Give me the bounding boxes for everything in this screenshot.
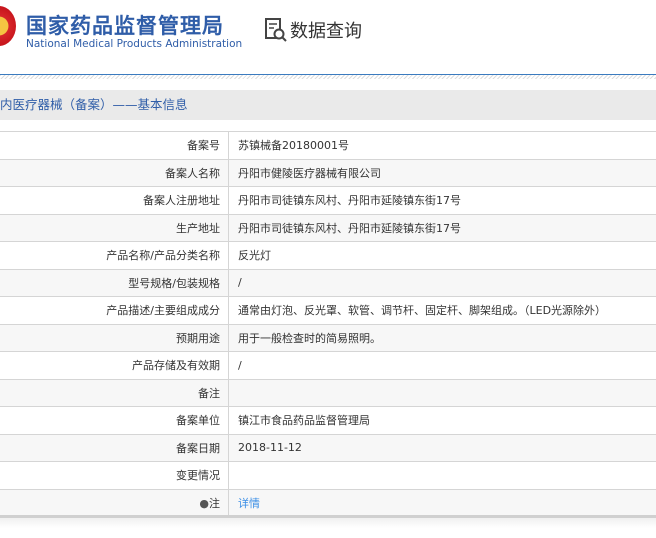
row-value: 通常由灯泡、反光罩、软管、调节杆、固定杆、脚架组成。（LED光源除外） (228, 296, 656, 324)
national-emblem-logo (0, 6, 16, 46)
detail-table: 备案号 苏镇械备20180001号 备案人名称 丹阳市健陵医疗器械有限公司 备案人注册地… (0, 131, 656, 516)
row-value (228, 378, 656, 407)
data-query-title: 数据查询 (290, 21, 362, 42)
row-value (228, 461, 656, 489)
row-value: 镇江市食品药品监督管理局 (228, 406, 656, 434)
row-label: 备案单位 (0, 406, 229, 434)
row-label: 备案号 (0, 131, 229, 159)
header-hatch (0, 75, 656, 79)
row-label: 生产地址 (0, 213, 229, 242)
table-row: 型号规格/包装规格 / (0, 268, 656, 297)
row-label: 产品描述/主要组成成分 (0, 296, 229, 324)
table-row: 预期用途 用于一般检查时的简易照明。 (0, 323, 656, 352)
row-value: / (228, 268, 656, 297)
row-value: / (228, 351, 656, 379)
table-row: 备案号 苏镇械备20180001号 (0, 131, 656, 159)
table-row: 备案人注册地址 丹阳市司徒镇东风村、丹阳市延陵镇东街17号 (0, 186, 656, 214)
site-header: 国家药品监督管理局 National Medical Products Admi… (0, 0, 656, 75)
table-row: 产品名称/产品分类名称 反光灯 (0, 241, 656, 269)
table-row: 备案人名称 丹阳市健陵医疗器械有限公司 (0, 158, 656, 187)
table-row: 备案日期 2018-11-12 (0, 433, 656, 462)
table-row: 备案单位 镇江市食品药品监督管理局 (0, 406, 656, 434)
row-value: 2018-11-12 (228, 433, 656, 462)
bulb-icon: ● (199, 496, 209, 510)
row-label: 预期用途 (0, 323, 229, 352)
row-value: 反光灯 (228, 241, 656, 269)
row-value: 丹阳市健陵医疗器械有限公司 (228, 158, 656, 187)
note-label: 注 (209, 496, 220, 510)
table-row: 生产地址 丹阳市司徒镇东风村、丹阳市延陵镇东街17号 (0, 213, 656, 242)
row-label: 备案人名称 (0, 158, 229, 187)
row-label: 备案人注册地址 (0, 186, 229, 214)
table-row: 产品存储及有效期 / (0, 351, 656, 379)
row-label: 产品名称/产品分类名称 (0, 241, 229, 269)
row-value: 丹阳市司徒镇东风村、丹阳市延陵镇东街17号 (228, 186, 656, 214)
footer-shadow (0, 518, 656, 528)
details-link[interactable]: 详情 (238, 497, 260, 510)
row-label: ●注 (0, 488, 229, 516)
row-label: 备注 (0, 378, 229, 407)
table-row-note: ●注 详情 (0, 488, 656, 516)
row-label: 变更情况 (0, 461, 229, 489)
row-label: 型号规格/包装规格 (0, 268, 229, 297)
table-row: 变更情况 (0, 461, 656, 489)
row-value: 丹阳市司徒镇东风村、丹阳市延陵镇东街17号 (228, 213, 656, 242)
row-value: 苏镇械备20180001号 (228, 131, 656, 159)
row-label: 备案日期 (0, 433, 229, 462)
data-query-icon (265, 18, 287, 42)
site-title-en: National Medical Products Administration (26, 38, 243, 50)
row-value: 用于一般检查时的简易照明。 (228, 323, 656, 352)
table-row: 产品描述/主要组成成分 通常由灯泡、反光罩、软管、调节杆、固定杆、脚架组成。（LE… (0, 296, 656, 324)
section-title: 内医疗器械（备案）——基本信息 (0, 90, 656, 120)
row-label: 产品存储及有效期 (0, 351, 229, 379)
table-row: 备注 (0, 378, 656, 407)
site-title-cn: 国家药品监督管理局 (26, 14, 224, 38)
